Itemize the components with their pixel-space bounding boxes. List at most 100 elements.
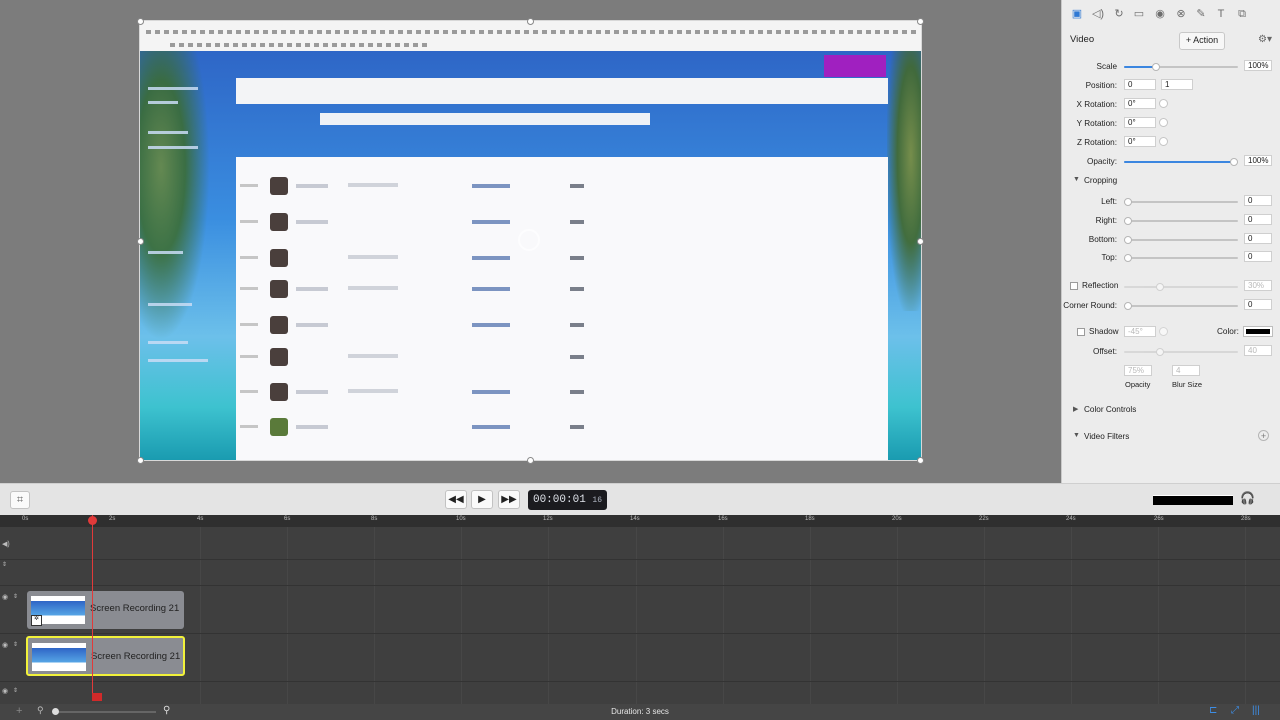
video-properties-icon[interactable]: ▣ [1070, 7, 1084, 21]
add-action-button[interactable]: + Action [1179, 32, 1225, 50]
x-rotation-dial[interactable] [1159, 99, 1168, 108]
shadow-angle-dial[interactable] [1159, 327, 1168, 336]
video-filters-label[interactable]: Video Filters [1084, 432, 1129, 441]
corner-round-field[interactable]: 0 [1244, 299, 1272, 310]
blur-size-field[interactable]: 4 [1172, 365, 1200, 376]
video-clip[interactable]: ✲ Screen Recording 21 [27, 591, 184, 629]
track-reorder-icon[interactable]: ⇕ [13, 687, 18, 694]
shadow-angle-field[interactable]: -45° [1124, 326, 1156, 337]
resize-handle[interactable] [917, 18, 924, 25]
track-visibility-icon[interactable]: ◉ [2, 687, 8, 695]
cropping-label[interactable]: Cropping [1084, 176, 1117, 185]
add-track-icon[interactable]: + [16, 705, 22, 717]
position-x-field[interactable]: 0 [1124, 79, 1156, 90]
timeline-ruler[interactable]: 0s 2s 4s 6s 8s 10s 12s 14s 16s 18s 20s 2… [0, 515, 1280, 527]
track-reorder-icon[interactable]: ⇕ [2, 561, 7, 568]
preview-list-panel [236, 157, 888, 460]
track-volume-icon[interactable]: ◀) [2, 540, 10, 548]
timecode-display: 00:00:01 16 [528, 490, 607, 510]
timeline-tracks[interactable]: ◀) ⇕ ◉ ⇕ ◉ ⇕ ◉ ⇕ ✲ Screen Recording 21 S… [0, 527, 1280, 704]
preview-side-menu-item [148, 146, 198, 149]
shadow-label: Shadow [1089, 327, 1119, 336]
zoom-slider-knob[interactable] [52, 708, 59, 715]
text-icon[interactable]: T [1214, 7, 1228, 21]
effects-icon[interactable]: ⊗ [1174, 7, 1188, 21]
play-button[interactable]: ▶ [471, 490, 493, 509]
fast-forward-button[interactable]: ▶▶ [498, 490, 520, 509]
cropping-disclosure-icon[interactable]: ▼ [1073, 176, 1080, 183]
resize-handle[interactable] [137, 457, 144, 464]
scale-field[interactable]: 100% [1244, 60, 1272, 71]
screen-icon[interactable]: ▭ [1132, 7, 1146, 21]
gear-icon[interactable]: ⚙▾ [1258, 34, 1272, 45]
cursor-icon[interactable]: ◉ [1153, 7, 1167, 21]
playhead-bottom-marker[interactable] [92, 693, 102, 701]
timecode-frames: 16 [592, 496, 603, 505]
crop-bottom-field[interactable]: 0 [1244, 233, 1272, 244]
corner-round-slider[interactable] [1124, 302, 1238, 310]
rotation-icon[interactable]: ↻ [1112, 7, 1126, 21]
zoom-out-icon[interactable]: ⚲ [37, 705, 44, 716]
headphones-icon[interactable]: 🎧 [1240, 491, 1255, 505]
playhead-line[interactable] [92, 515, 93, 698]
shadow-checkbox[interactable] [1077, 328, 1085, 336]
crop-icon[interactable]: ⌗ [10, 491, 30, 509]
offset-slider[interactable] [1124, 348, 1238, 356]
crop-left-field[interactable]: 0 [1244, 195, 1272, 206]
shadow-color-well[interactable] [1243, 326, 1273, 337]
fit-icon[interactable]: ⤢ [1231, 705, 1239, 716]
track-reorder-icon[interactable]: ⇕ [13, 641, 18, 648]
reflection-checkbox[interactable] [1070, 282, 1078, 290]
ruler-tick-label: 0s [22, 516, 29, 522]
x-rotation-field[interactable]: 0° [1124, 98, 1156, 109]
resize-handle[interactable] [917, 457, 924, 464]
reflection-field[interactable]: 30% [1244, 280, 1272, 291]
offset-field[interactable]: 40 [1244, 345, 1272, 356]
resize-handle[interactable] [527, 18, 534, 25]
reflection-slider[interactable] [1124, 283, 1238, 291]
resize-handle[interactable] [917, 238, 924, 245]
position-y-field[interactable]: 1 [1161, 79, 1193, 90]
crop-left-slider[interactable] [1124, 198, 1238, 206]
snap-icon[interactable]: ⊏ [1209, 705, 1217, 716]
add-filter-icon[interactable]: + [1258, 430, 1269, 441]
crop-top-field[interactable]: 0 [1244, 251, 1272, 262]
scale-slider[interactable] [1124, 63, 1238, 71]
color-controls-label[interactable]: Color Controls [1084, 405, 1136, 414]
zoom-slider[interactable] [52, 708, 156, 715]
ruler-tick-label: 22s [979, 516, 989, 522]
preview-side-menu-item [148, 101, 178, 104]
z-rotation-dial[interactable] [1159, 137, 1168, 146]
zoom-in-icon[interactable]: ⚲ [163, 705, 170, 716]
crop-right-field[interactable]: 0 [1244, 214, 1272, 225]
y-rotation-field[interactable]: 0° [1124, 117, 1156, 128]
y-rotation-dial[interactable] [1159, 118, 1168, 127]
shadow-opacity-field[interactable]: 75% [1124, 365, 1152, 376]
crop-bottom-slider[interactable] [1124, 236, 1238, 244]
opacity-field[interactable]: 100% [1244, 155, 1272, 166]
video-filters-disclosure-icon[interactable]: ▼ [1073, 432, 1080, 439]
resize-handle[interactable] [137, 238, 144, 245]
crop-right-slider[interactable] [1124, 217, 1238, 225]
callout-icon[interactable]: ⧉ [1235, 7, 1249, 21]
timeline-gridline [1158, 527, 1159, 704]
ruler-tick-label: 4s [197, 516, 204, 522]
color-controls-disclosure-icon[interactable]: ▶ [1073, 405, 1078, 413]
waveform-icon[interactable]: ||| [1252, 705, 1260, 716]
rewind-button[interactable]: ◀◀ [445, 490, 467, 509]
ruler-tick-label: 26s [1154, 516, 1164, 522]
z-rotation-label: Z Rotation: [1076, 138, 1117, 147]
opacity-slider[interactable] [1124, 158, 1238, 166]
annotation-icon[interactable]: ✎ [1194, 7, 1208, 21]
resize-handle[interactable] [137, 18, 144, 25]
resize-handle[interactable] [527, 457, 534, 464]
track-reorder-icon[interactable]: ⇕ [13, 593, 18, 600]
track-visibility-icon[interactable]: ◉ [2, 593, 8, 601]
preview-nav-bar [236, 78, 888, 104]
z-rotation-field[interactable]: 0° [1124, 136, 1156, 147]
track-visibility-icon[interactable]: ◉ [2, 641, 8, 649]
crop-top-slider[interactable] [1124, 254, 1238, 262]
playhead-handle[interactable] [88, 516, 97, 525]
video-clip-selected[interactable]: Screen Recording 21 [26, 636, 185, 676]
audio-properties-icon[interactable]: ◁) [1091, 7, 1105, 21]
